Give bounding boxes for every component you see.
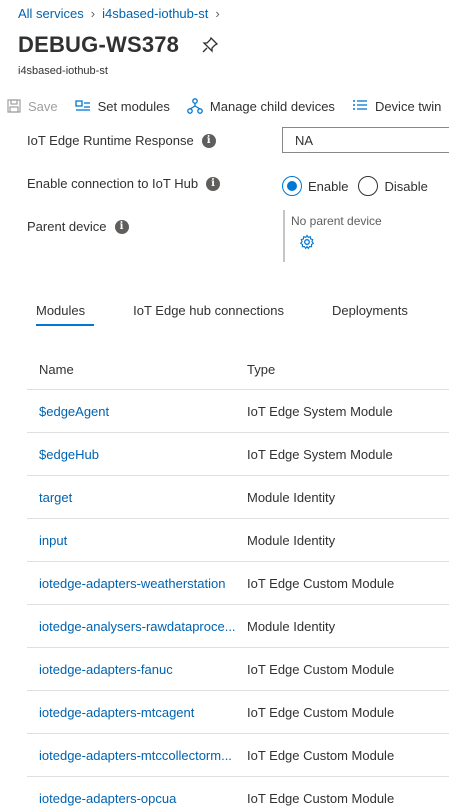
column-header-type[interactable]: Type [247, 362, 449, 377]
save-label: Save [28, 98, 58, 114]
enable-radio-label: Enable [308, 178, 349, 194]
module-name-link[interactable]: $edgeHub [27, 447, 247, 462]
title-row: DEBUG-WS378 [18, 32, 219, 58]
module-type: IoT Edge Custom Module [247, 575, 395, 591]
table-row: iotedge-adapters-opcua IoT Edge Custom Mo… [27, 777, 449, 811]
module-name-link[interactable]: iotedge-analysers-rawdataproce... [27, 619, 247, 634]
column-header-name[interactable]: Name [27, 362, 247, 377]
breadcrumb: All services › i4sbased-iothub-st › [18, 6, 227, 21]
parent-device-field: No parent device [283, 210, 449, 262]
table-body: $edgeAgent IoT Edge System Module $edgeHub… [27, 390, 449, 811]
module-name-link[interactable]: input [27, 533, 247, 548]
enable-connection-label: Enable connection to IoT Hub i [27, 176, 221, 191]
runtime-response-label: IoT Edge Runtime Response i [27, 133, 216, 148]
page-subtitle: i4sbased-iothub-st [18, 65, 108, 77]
modules-table: Name Type $edgeAgent IoT Edge System Modu… [27, 349, 449, 811]
set-modules-label: Set modules [97, 98, 170, 114]
tab-iot-edge-hub-connections[interactable]: IoT Edge hub connections [124, 298, 293, 326]
module-name-link[interactable]: $edgeAgent [27, 404, 247, 419]
chevron-right-icon: › [215, 6, 220, 21]
tabs: Modules IoT Edge hub connections Deploym… [27, 298, 447, 326]
table-row: input Module Identity [27, 519, 449, 562]
tab-deployments[interactable]: Deployments [323, 298, 417, 326]
tab-modules[interactable]: Modules [27, 298, 95, 326]
parent-device-label: Parent device i [27, 219, 129, 234]
set-modules-icon [74, 100, 90, 111]
pin-icon[interactable] [201, 36, 219, 54]
table-header: Name Type [27, 349, 449, 390]
radio-unselected-icon [358, 176, 379, 196]
command-bar: Save Set modules Manage child devices De… [0, 92, 449, 120]
save-icon [7, 99, 21, 113]
device-twin-label: Device twin [374, 98, 442, 114]
module-name-link[interactable]: iotedge-adapters-mtcagent [27, 705, 247, 720]
table-row: iotedge-adapters-mtccollectorm... IoT Edg… [27, 734, 449, 777]
module-name-link[interactable]: iotedge-adapters-fanuc [27, 662, 247, 677]
disable-radio[interactable]: Disable [358, 176, 428, 196]
hierarchy-icon [187, 98, 203, 114]
save-button[interactable]: Save [7, 99, 58, 114]
module-type: IoT Edge System Module [247, 446, 393, 462]
list-icon [352, 100, 367, 110]
parent-device-value: No parent device [291, 214, 382, 228]
manage-child-devices-button[interactable]: Manage child devices [187, 98, 335, 114]
table-row: iotedge-adapters-weatherstation IoT Edge … [27, 562, 449, 605]
connection-radio-group: Enable Disable [282, 176, 438, 196]
module-type: IoT Edge Custom Module [247, 747, 395, 763]
module-type: Module Identity [247, 532, 336, 548]
module-name-link[interactable]: iotedge-adapters-weatherstation [27, 576, 247, 591]
chevron-right-icon: › [90, 6, 96, 21]
module-type: IoT Edge Custom Module [247, 790, 395, 806]
table-row: iotedge-adapters-fanuc IoT Edge Custom Mo… [27, 648, 449, 691]
module-name-link[interactable]: iotedge-adapters-mtccollectorm... [27, 748, 247, 763]
module-type: Module Identity [247, 489, 336, 505]
breadcrumb-all-services[interactable]: All services [18, 6, 84, 21]
radio-selected-icon [282, 176, 302, 196]
manage-child-devices-label: Manage child devices [209, 98, 335, 114]
table-row: iotedge-analysers-rawdataproce... Module … [27, 605, 449, 648]
device-twin-button[interactable]: Device twin [352, 99, 441, 114]
set-modules-button[interactable]: Set modules [74, 98, 170, 114]
breadcrumb-iothub[interactable]: i4sbased-iothub-st [102, 6, 208, 21]
info-icon[interactable]: i [114, 219, 129, 234]
table-row: $edgeAgent IoT Edge System Module [27, 390, 449, 433]
module-type: Module Identity [247, 618, 336, 634]
table-row: iotedge-adapters-mtcagent IoT Edge Custom… [27, 691, 449, 734]
module-name-link[interactable]: target [27, 490, 247, 505]
info-icon[interactable]: i [201, 133, 216, 148]
runtime-response-text: IoT Edge Runtime Response [27, 133, 194, 148]
module-type: IoT Edge Custom Module [247, 704, 395, 720]
gear-icon[interactable] [299, 234, 315, 255]
parent-device-text: Parent device [27, 219, 107, 234]
module-name-link[interactable]: iotedge-adapters-opcua [27, 791, 247, 806]
disable-radio-label: Disable [384, 178, 428, 194]
module-type: IoT Edge System Module [247, 403, 393, 419]
runtime-response-value: NA [282, 127, 449, 153]
module-type: IoT Edge Custom Module [247, 661, 395, 677]
enable-radio[interactable]: Enable [282, 176, 348, 196]
info-icon[interactable]: i [206, 176, 221, 191]
table-row: $edgeHub IoT Edge System Module [27, 433, 449, 476]
enable-connection-text: Enable connection to IoT Hub [27, 176, 199, 191]
page-title: DEBUG-WS378 [18, 32, 180, 57]
table-row: target Module Identity [27, 476, 449, 519]
